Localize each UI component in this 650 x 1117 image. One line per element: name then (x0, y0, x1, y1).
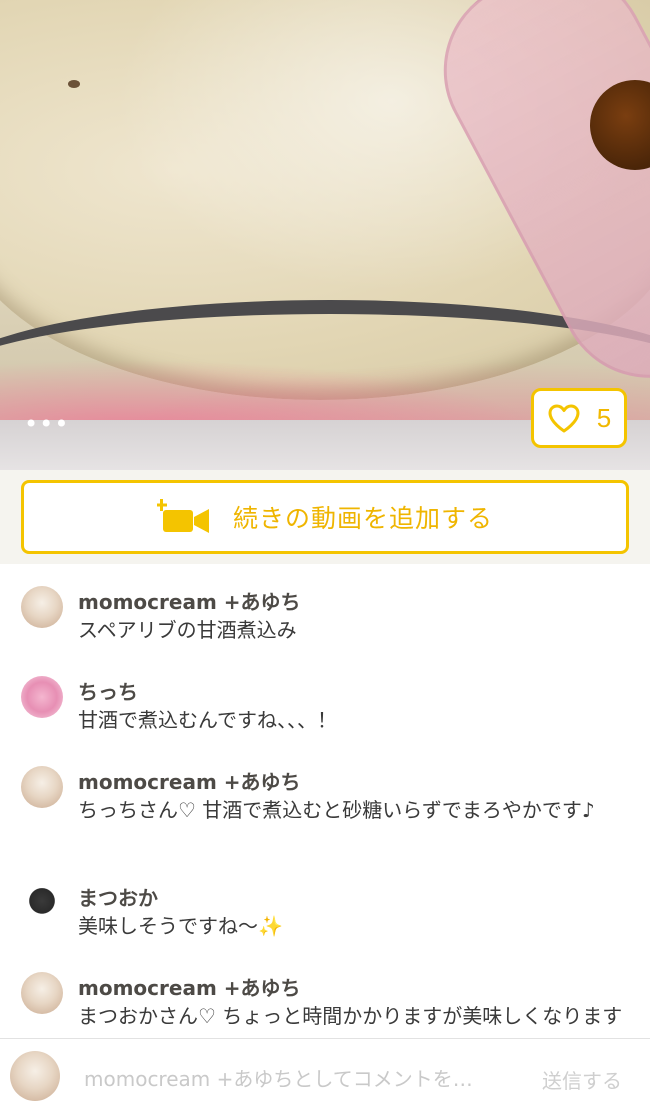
comment-text: まつおかさん♡ ちょっと時間かかりますが美味しくなりますよ〜 (78, 1004, 623, 1038)
heart-icon (548, 404, 580, 433)
comment-user[interactable]: momocream +あゆち (78, 972, 301, 1001)
add-video-button[interactable]: 続きの動画を追加する (21, 480, 629, 554)
comment-text: ちっちさん♡ 甘酒で煮込むと砂糖いらずでまろやかです♪ (78, 798, 595, 822)
food-speck (68, 80, 80, 88)
comment-user[interactable]: momocream +あゆち (78, 586, 301, 615)
comment-user[interactable]: ちっち (78, 676, 138, 705)
comment-list[interactable]: momocream +あゆち スペアリブの甘酒煮込み ちっち 甘酒で煮込むんです… (0, 564, 650, 1038)
comment-text: 美味しそうですね〜✨ (78, 914, 283, 938)
comment-user[interactable]: momocream +あゆち (78, 766, 301, 795)
like-count: 5 (596, 402, 612, 433)
video-player[interactable]: ••• 5 (0, 0, 650, 470)
comment-text: 甘酒で煮込むんですね、、、！ (78, 708, 337, 732)
like-button[interactable]: 5 (531, 388, 627, 448)
comment-input[interactable] (82, 1063, 526, 1095)
avatar[interactable] (21, 972, 63, 1014)
more-options-icon[interactable]: ••• (24, 412, 68, 442)
avatar[interactable] (21, 676, 63, 718)
send-button[interactable]: 送信する (542, 1065, 622, 1094)
comment-user[interactable]: まつおか (78, 882, 158, 911)
avatar[interactable] (21, 766, 63, 808)
comment-input-bar: 送信する (0, 1038, 650, 1117)
avatar[interactable] (21, 586, 63, 628)
avatar (10, 1051, 60, 1101)
add-video-label: 続きの動画を追加する (232, 504, 493, 533)
video-camera-plus-icon (156, 499, 209, 533)
comment-text: スペアリブの甘酒煮込み (78, 618, 297, 642)
avatar[interactable] (21, 882, 63, 924)
